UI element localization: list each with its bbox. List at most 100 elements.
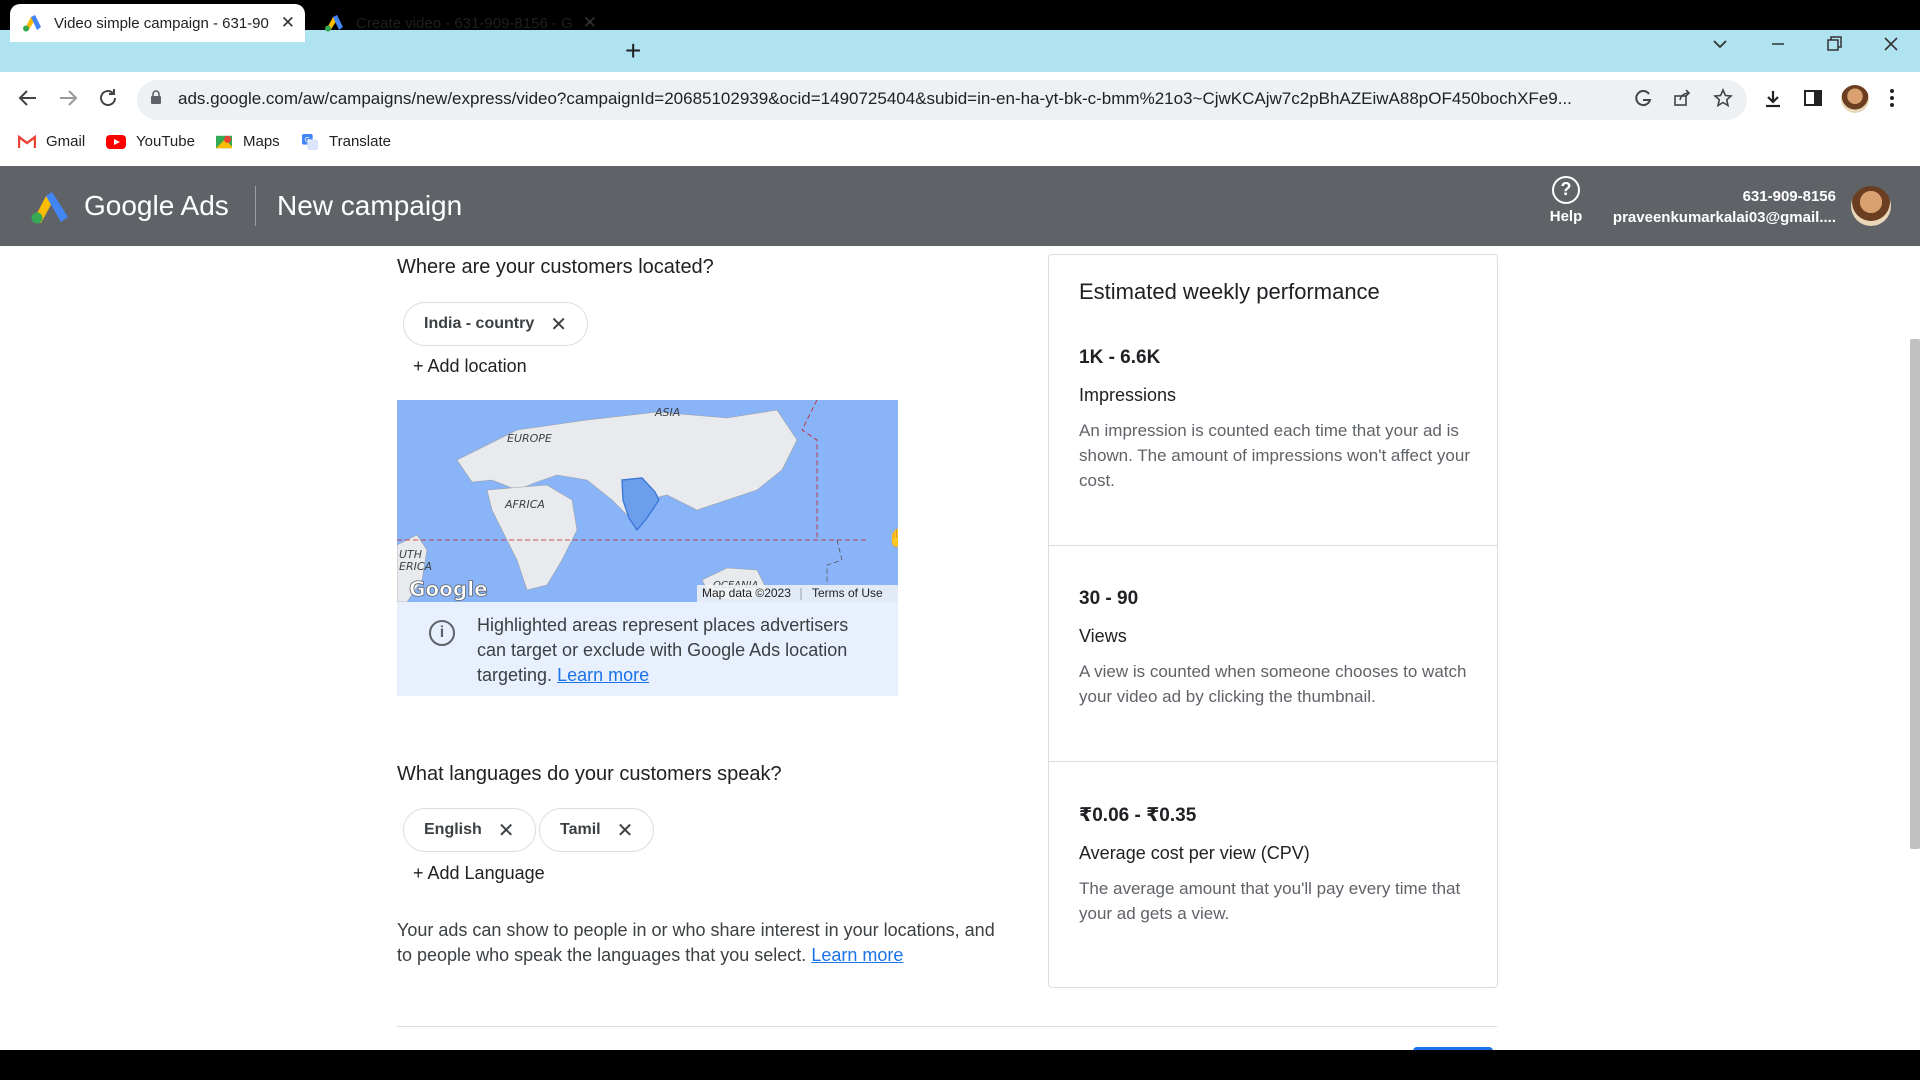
language-chip-tamil[interactable]: Tamil ✕ xyxy=(539,808,655,852)
chip-label: English xyxy=(424,821,482,838)
metric-value: 1K - 6.6K xyxy=(1079,347,1161,368)
tab-title: Video simple campaign - 631-90 xyxy=(54,14,269,32)
lock-icon[interactable] xyxy=(150,90,162,104)
bookmark-label: Maps xyxy=(243,133,280,150)
info-text-body: Highlighted areas represent places adver… xyxy=(477,615,849,685)
footnote-text: Your ads can show to people in or who sh… xyxy=(397,920,995,965)
map-terms-link[interactable]: Terms of Use xyxy=(812,586,883,600)
metric-description: A view is counted when someone chooses t… xyxy=(1079,662,1467,706)
metric-label: Views xyxy=(1079,626,1127,646)
google-ads-icon xyxy=(23,15,41,32)
hand-cursor-icon: ✋ xyxy=(887,528,898,549)
metric-description: The average amount that you'll pay every… xyxy=(1079,879,1461,923)
bookmark-label: Gmail xyxy=(46,133,86,150)
account-info[interactable]: 631-909-8156 praveenkumarkalai03@gmail..… xyxy=(1613,186,1836,228)
map-label-europe: EUROPE xyxy=(507,432,552,445)
metric-value: 30 - 90 xyxy=(1079,588,1139,609)
learn-more-link[interactable]: Learn more xyxy=(557,665,649,685)
language-chip-english[interactable]: English ✕ xyxy=(403,808,536,852)
forward-icon[interactable] xyxy=(56,86,80,116)
side-panel-icon[interactable] xyxy=(1803,88,1823,114)
youtube-icon xyxy=(106,134,126,149)
add-location-button[interactable]: + Add location xyxy=(413,356,527,377)
bookmark-youtube[interactable]: YouTube xyxy=(106,133,195,150)
new-tab-button[interactable]: + xyxy=(625,36,641,66)
map-label-south-america-2: ERICA xyxy=(399,560,432,573)
account-id: 631-909-8156 xyxy=(1742,188,1836,205)
world-map: ASIA EUROPE AFRICA UTH ERICA OCEANIA Goo… xyxy=(397,400,898,602)
map-label-asia: ASIA xyxy=(654,406,680,419)
header-divider xyxy=(255,186,256,226)
bookmark-gmail[interactable]: Gmail xyxy=(18,133,85,150)
url-text[interactable]: ads.google.com/aw/campaigns/new/express/… xyxy=(178,89,1608,109)
metric-views: 30 - 90 Views A view is counted when som… xyxy=(1079,588,1479,709)
close-tab-icon[interactable]: ✕ xyxy=(281,13,295,33)
page-title: New campaign xyxy=(277,190,463,221)
bookmark-translate[interactable]: G Translate xyxy=(301,133,391,150)
share-icon[interactable] xyxy=(1672,88,1692,114)
chip-label: Tamil xyxy=(560,821,601,838)
performance-title: Estimated weekly performance xyxy=(1079,279,1380,304)
help-icon: ? xyxy=(1552,176,1580,204)
download-icon[interactable] xyxy=(1762,88,1784,116)
svg-text:G: G xyxy=(305,135,311,144)
minimize-icon[interactable] xyxy=(1768,34,1788,60)
language-question: What languages do your customers speak? xyxy=(397,763,782,785)
panel-divider xyxy=(1049,761,1497,762)
section-divider xyxy=(397,1026,1497,1027)
remove-icon[interactable]: ✕ xyxy=(498,818,515,843)
metric-description: An impression is counted each time that … xyxy=(1079,421,1470,490)
gmail-icon xyxy=(18,134,36,149)
metric-cpv: ₹0.06 - ₹0.35 Average cost per view (CPV… xyxy=(1079,804,1479,926)
location-question: Where are your customers located? xyxy=(397,256,714,278)
google-ads-icon xyxy=(325,15,343,32)
maps-icon xyxy=(216,135,232,148)
account-email: praveenkumarkalai03@gmail.... xyxy=(1612,209,1836,226)
restore-icon[interactable] xyxy=(1824,34,1844,60)
location-info-box: i Highlighted areas represent places adv… xyxy=(397,602,898,696)
reload-icon[interactable] xyxy=(96,86,120,116)
performance-panel: Estimated weekly performance 1K - 6.6K I… xyxy=(1048,254,1498,988)
help-button[interactable]: ? Help xyxy=(1544,176,1588,225)
ads-brand: Google Ads xyxy=(84,190,229,221)
bookmark-label: YouTube xyxy=(136,133,195,150)
remove-icon[interactable]: ✕ xyxy=(550,312,567,337)
google-lens-icon[interactable] xyxy=(1633,88,1653,114)
location-chip-india[interactable]: India - country ✕ xyxy=(403,302,588,346)
back-icon[interactable] xyxy=(16,86,40,116)
add-language-button[interactable]: + Add Language xyxy=(413,863,545,884)
bookmark-label: Translate xyxy=(329,133,391,150)
close-window-icon[interactable] xyxy=(1881,34,1901,60)
targeting-footnote: Your ads can show to people in or who sh… xyxy=(397,918,1007,968)
bookmarks-bar xyxy=(0,126,1920,166)
map-google-logo: Google xyxy=(409,577,488,601)
google-ads-logo[interactable] xyxy=(30,190,70,224)
metric-label: Impressions xyxy=(1079,385,1177,405)
info-icon: i xyxy=(429,620,455,646)
tab-create-video[interactable]: Create video - 631-909-8156 - G ✕ xyxy=(312,4,607,42)
learn-more-link[interactable]: Learn more xyxy=(811,945,903,965)
window-bottom-edge xyxy=(0,1050,1920,1080)
help-label: Help xyxy=(1549,208,1583,225)
tab-search-chevron-icon[interactable] xyxy=(1710,34,1730,60)
map-label-africa: AFRICA xyxy=(504,498,545,511)
bookmark-star-icon[interactable] xyxy=(1713,87,1733,114)
profile-avatar[interactable] xyxy=(1841,85,1869,113)
metric-label: Average cost per view (CPV) xyxy=(1079,843,1310,863)
info-text: Highlighted areas represent places adver… xyxy=(477,613,877,688)
remove-icon[interactable]: ✕ xyxy=(617,818,634,843)
metric-value: ₹0.06 - ₹0.35 xyxy=(1079,805,1197,826)
page-content: Where are your customers located? India … xyxy=(0,246,1920,1050)
panel-divider xyxy=(1049,545,1497,546)
close-tab-icon[interactable]: ✕ xyxy=(583,13,597,33)
location-map[interactable]: ASIA EUROPE AFRICA UTH ERICA OCEANIA Goo… xyxy=(397,400,898,602)
account-avatar[interactable] xyxy=(1851,186,1891,226)
tab-title: Create video - 631-909-8156 - G xyxy=(356,14,573,32)
bookmark-maps[interactable]: Maps xyxy=(215,133,280,150)
menu-dots-icon[interactable] xyxy=(1888,88,1896,114)
tab-video-simple-campaign[interactable]: Video simple campaign - 631-90 ✕ xyxy=(10,4,305,42)
chip-label: India - country xyxy=(424,315,535,332)
page-scrollbar[interactable] xyxy=(1910,339,1920,849)
metric-impressions: 1K - 6.6K Impressions An impression is c… xyxy=(1079,347,1479,493)
translate-icon: G xyxy=(302,133,318,150)
